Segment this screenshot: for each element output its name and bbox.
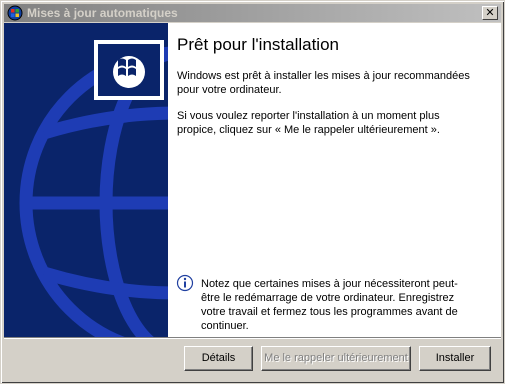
windows-logo-icon: [113, 56, 145, 88]
dialog-content: Prêt pour l'installation Windows est prê…: [4, 23, 501, 337]
remind-later-button[interactable]: Me le rappeler ultérieurement: [261, 346, 411, 371]
update-dialog: Mises à jour automatiques ✕ Prêt pour l'…: [0, 0, 505, 384]
info-icon: [176, 274, 194, 292]
close-button[interactable]: ✕: [482, 6, 498, 20]
window-title: Mises à jour automatiques: [27, 6, 178, 20]
page-title: Prêt pour l'installation: [177, 35, 339, 54]
restart-note: Notez que certaines mises à jour nécessi…: [201, 278, 458, 332]
details-button[interactable]: Détails: [184, 346, 253, 371]
windows-update-icon: [7, 5, 23, 21]
ready-message: Windows est prêt à installer les mises à…: [177, 70, 470, 96]
logo-background: [98, 44, 160, 96]
postpone-message: Si vous voulez reporter l'installation à…: [177, 110, 440, 136]
title-bar[interactable]: Mises à jour automatiques ✕: [4, 4, 501, 22]
install-button[interactable]: Installer: [419, 346, 491, 371]
side-panel: [4, 23, 168, 337]
logo-frame: [94, 40, 164, 100]
button-separator: [4, 337, 501, 339]
